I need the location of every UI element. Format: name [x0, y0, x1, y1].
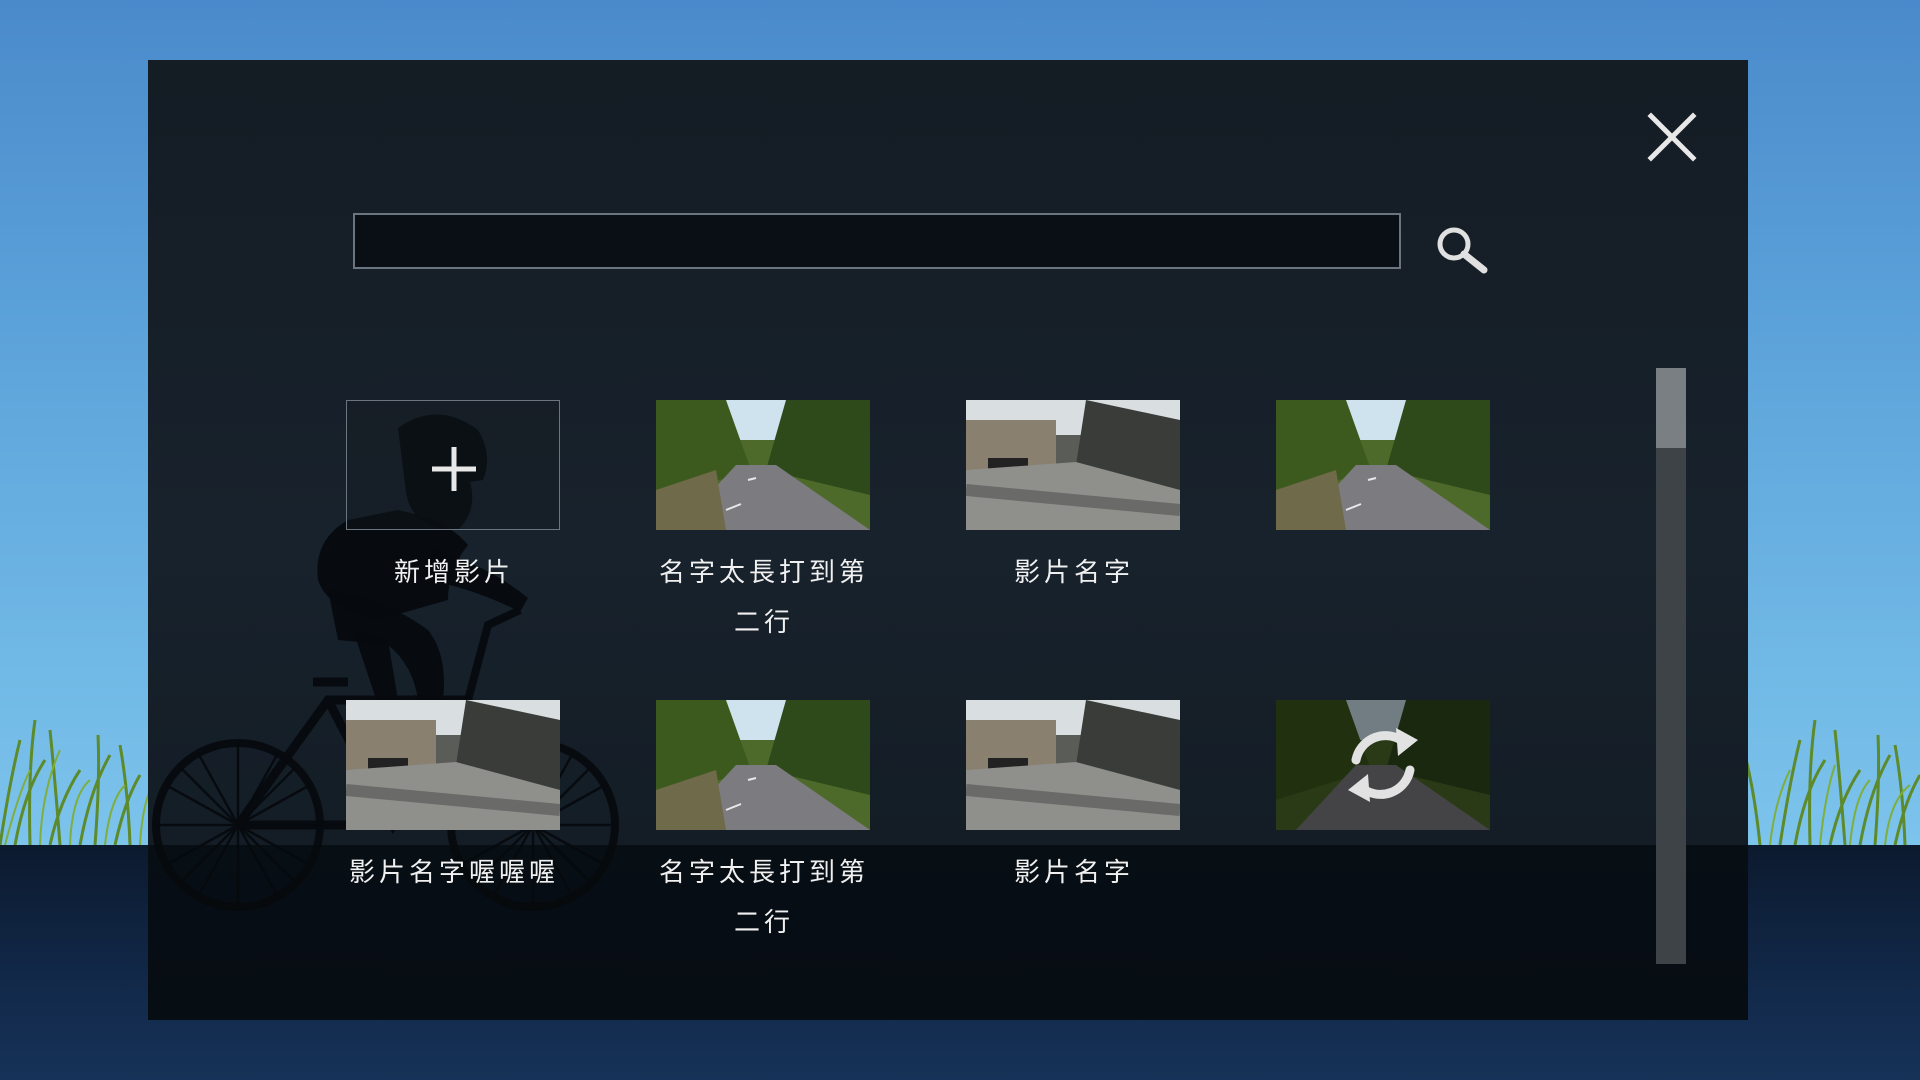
video-picker-dialog: 新增影片 名字太長打到第 二行 影片名字 影片名字喔喔喔 名字太長打到第 二行 … [148, 60, 1748, 1020]
video-thumbnail[interactable] [1276, 700, 1490, 830]
search-icon [1437, 227, 1488, 274]
video-title-line2: 二行 [733, 908, 794, 938]
video-title-line1: 名字太長打到第 [658, 558, 869, 588]
scrollbar-thumb[interactable] [1656, 368, 1686, 448]
search-input[interactable] [353, 213, 1401, 269]
video-title-line1: 影片名字喔喔喔 [348, 858, 559, 888]
video-title-line2: 二行 [733, 608, 794, 638]
video-thumbnail[interactable] [1276, 400, 1490, 530]
close-button[interactable] [1643, 108, 1701, 166]
video-title-line1: 影片名字 [1013, 858, 1134, 888]
add-video-label: 新增影片 [393, 558, 514, 588]
search-button[interactable] [1432, 224, 1492, 274]
close-icon [1647, 112, 1697, 162]
video-thumbnail[interactable] [656, 700, 870, 830]
video-title-line1: 影片名字 [1013, 558, 1134, 588]
plus-icon [432, 447, 476, 491]
video-thumbnail[interactable] [656, 400, 870, 530]
video-thumbnail[interactable] [966, 700, 1180, 830]
video-thumbnail[interactable] [346, 700, 560, 830]
video-title-line1: 名字太長打到第 [658, 858, 869, 888]
refresh-icon [1348, 728, 1418, 802]
add-video-button[interactable] [346, 400, 560, 530]
video-thumbnail[interactable] [966, 400, 1180, 530]
scrollbar-track[interactable] [1656, 368, 1686, 964]
